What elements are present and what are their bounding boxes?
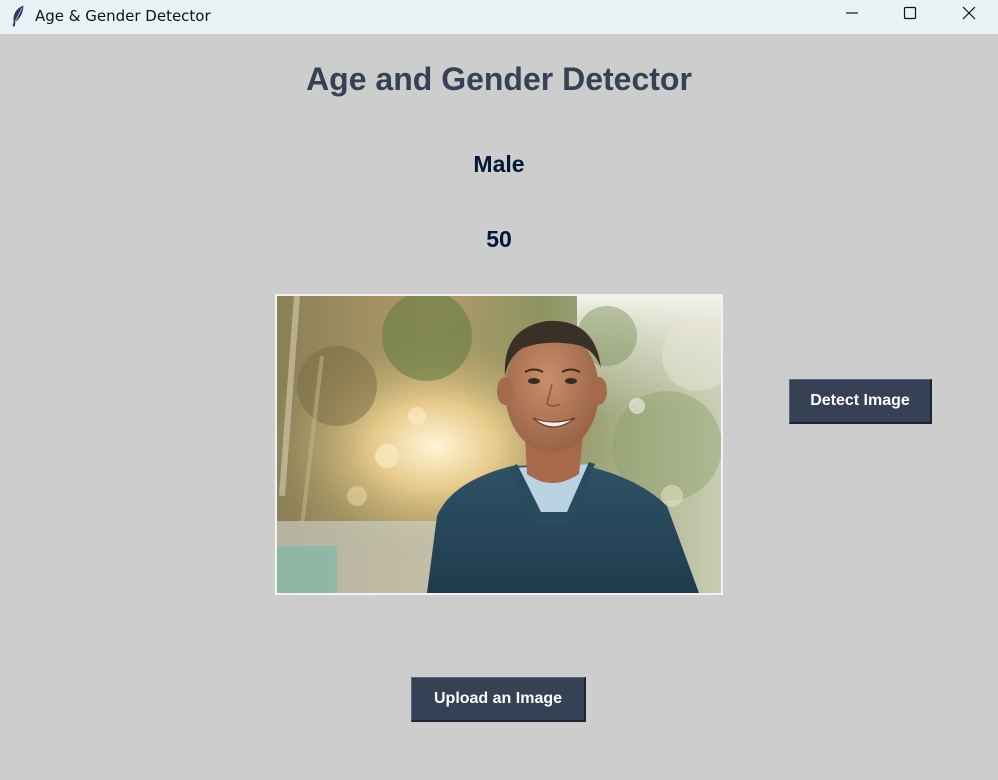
close-icon <box>962 6 976 25</box>
app-window: Age & Gender Detector Age and Gender Det… <box>0 0 998 780</box>
gender-result-label: Male <box>473 151 525 177</box>
window-title: Age & Gender Detector <box>35 7 211 25</box>
detect-image-button[interactable]: Detect Image <box>789 379 932 424</box>
maximize-icon <box>903 6 917 25</box>
title-bar[interactable]: Age & Gender Detector <box>0 0 998 34</box>
page-title: Age and Gender Detector <box>306 61 692 97</box>
feather-icon <box>10 5 26 27</box>
upload-image-button[interactable]: Upload an Image <box>411 677 586 722</box>
age-result-label: 50 <box>486 226 512 252</box>
close-button[interactable] <box>940 0 998 30</box>
person-photo-illustration <box>277 296 721 593</box>
uploaded-photo <box>275 294 723 595</box>
minimize-button[interactable] <box>823 0 881 30</box>
maximize-button[interactable] <box>881 0 939 30</box>
minimize-icon <box>845 6 859 25</box>
